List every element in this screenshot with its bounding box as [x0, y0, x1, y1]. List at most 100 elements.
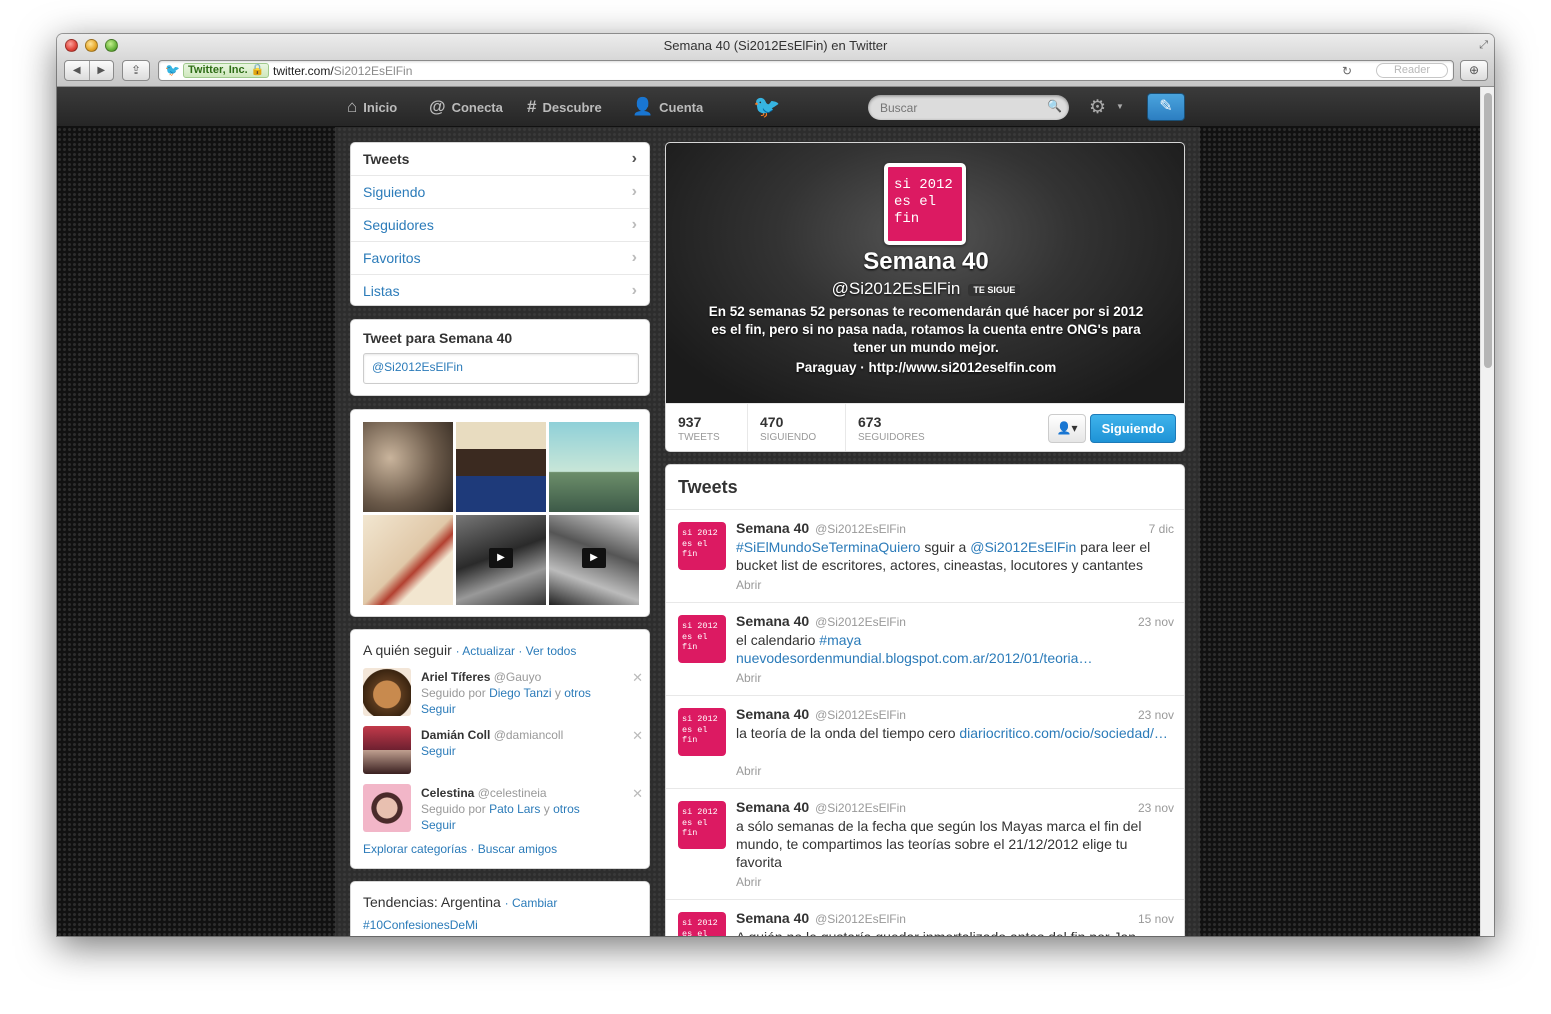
media-thumbnail[interactable]: ▶ — [456, 515, 546, 605]
tweet-timestamp[interactable]: 15 nov — [1138, 912, 1174, 926]
reload-icon[interactable]: ↻ — [1342, 64, 1352, 78]
gear-icon[interactable]: ⚙ — [1089, 96, 1106, 119]
tweet-avatar[interactable]: si 2012 es el fin — [678, 912, 726, 936]
media-thumbnail[interactable] — [363, 422, 453, 512]
search-icon[interactable]: 🔍 — [1047, 99, 1062, 113]
tweet-author-name[interactable]: Semana 40 — [736, 799, 809, 815]
tweet-timestamp[interactable]: 23 nov — [1138, 708, 1174, 722]
nav-connect[interactable]: @ Conecta — [429, 98, 503, 115]
nav-account[interactable]: 👤 Cuenta — [632, 98, 703, 115]
nav-discover[interactable]: # Descubre — [527, 98, 602, 115]
profile-nav-tweets[interactable]: Tweets › — [351, 143, 649, 176]
profile-nav-favorites[interactable]: Favoritos › — [351, 242, 649, 275]
profile-nav-followers[interactable]: Seguidores › — [351, 209, 649, 242]
context-others-link[interactable]: otros — [553, 802, 580, 816]
open-tweet-link[interactable]: Abrir — [736, 578, 761, 592]
tweet-link[interactable]: @Si2012EsElFin — [970, 539, 1076, 555]
tweet-author-name[interactable]: Semana 40 — [736, 520, 809, 536]
tweet-timestamp[interactable]: 7 dic — [1149, 522, 1174, 536]
tweet-link[interactable]: #SiElMundoSeTerminaQuiero — [736, 539, 920, 555]
tweet[interactable]: si 2012 es el fin Semana 40 @Si2012EsElFi… — [666, 695, 1184, 788]
ev-certificate-badge[interactable]: Twitter, Inc. 🔒 — [183, 63, 270, 78]
tweet-timestamp[interactable]: 23 nov — [1138, 801, 1174, 815]
find-friends-link[interactable]: Buscar amigos — [478, 842, 557, 856]
compose-icon: ✎ — [1159, 98, 1173, 115]
context-user-link[interactable]: Diego Tanzi — [489, 686, 551, 700]
media-thumbnail[interactable] — [363, 515, 453, 605]
fullscreen-icon[interactable]: ⤢ — [1479, 39, 1488, 52]
tweet-link[interactable]: nuevodesordenmundial.blogspot.com.ar/201… — [736, 650, 1092, 666]
follow-link[interactable]: Seguir — [421, 744, 456, 758]
page-scrollbar[interactable] — [1480, 87, 1494, 936]
forward-icon[interactable]: ▶ — [88, 61, 114, 80]
twitter-topbar: ⌂Inicio @Conecta #Descubre 👤Cuenta 🐦 🔍 ⚙… — [57, 87, 1480, 127]
search-input[interactable] — [868, 95, 1069, 120]
tweet[interactable]: si 2012 es el fin Semana 40 @Si2012EsElFi… — [666, 602, 1184, 695]
reader-button[interactable]: Reader — [1376, 63, 1448, 78]
tweet-link[interactable]: #maya — [819, 632, 861, 648]
profile-avatar[interactable]: si 2012 es el fin — [884, 163, 966, 245]
tweet-author-name[interactable]: Semana 40 — [736, 910, 809, 926]
media-thumbnail[interactable] — [549, 422, 639, 512]
tweet-to-input[interactable]: @Si2012EsElFin — [363, 353, 639, 384]
refresh-link[interactable]: Actualizar — [462, 644, 515, 658]
tweet-to-title: Tweet para Semana 40 — [363, 330, 513, 346]
user-name[interactable]: Ariel Tíferes — [421, 670, 490, 684]
twitter-bird-icon[interactable]: 🐦 — [753, 94, 780, 120]
suggested-user: Celestina @celestineia Seguido por Pato … — [363, 784, 643, 836]
media-thumbnail[interactable]: ▶ — [549, 515, 639, 605]
profile-handle: @Si2012EsElFin — [831, 279, 961, 298]
user-actions-dropdown[interactable]: 👤▾ — [1048, 414, 1086, 443]
tweet-avatar[interactable]: si 2012 es el fin — [678, 801, 726, 849]
following-button[interactable]: Siguiendo — [1090, 414, 1176, 443]
user-name[interactable]: Damián Coll — [421, 728, 490, 742]
back-icon[interactable]: ◀ — [65, 61, 89, 80]
view-all-link[interactable]: Ver todos — [526, 644, 577, 658]
address-bar[interactable]: 🐦 Twitter, Inc. 🔒 twitter.com/Si2012EsEl… — [158, 60, 1454, 81]
scrollbar-thumb[interactable] — [1484, 93, 1492, 368]
user-name[interactable]: Celestina — [421, 786, 474, 800]
tweet-author-name[interactable]: Semana 40 — [736, 613, 809, 629]
dismiss-icon[interactable]: ✕ — [632, 728, 643, 744]
nav-home[interactable]: ⌂ Inicio — [347, 97, 397, 116]
chevron-right-icon: › — [631, 150, 637, 167]
context-user-link[interactable]: Pato Lars — [489, 802, 540, 816]
avatar[interactable] — [363, 668, 411, 716]
profile-nav-lists[interactable]: Listas › — [351, 275, 649, 305]
open-tweet-link[interactable]: Abrir — [736, 671, 761, 685]
avatar[interactable] — [363, 726, 411, 774]
trend-item[interactable]: #10ConfesionesDeMi — [363, 918, 478, 932]
home-icon: ⌂ — [347, 97, 358, 116]
tweet-avatar[interactable]: si 2012 es el fin — [678, 615, 726, 663]
dismiss-icon[interactable]: ✕ — [632, 786, 643, 802]
open-tweet-link[interactable]: Abrir — [736, 875, 761, 889]
follow-link[interactable]: Seguir — [421, 702, 456, 716]
profile-card: si 2012 es el fin Semana 40 @Si2012EsElF… — [665, 142, 1185, 452]
stat-following[interactable]: 470 SIGUIENDO — [748, 404, 846, 451]
compose-tweet-button[interactable]: ✎ — [1147, 93, 1185, 121]
tweet[interactable]: si 2012 es el fin Semana 40 @Si2012EsElFi… — [666, 788, 1184, 899]
tweet-avatar[interactable]: si 2012 es el fin — [678, 522, 726, 570]
tweet-timestamp[interactable]: 23 nov — [1138, 615, 1174, 629]
stat-followers[interactable]: 673 SEGUIDORES — [846, 404, 946, 451]
url-text[interactable]: twitter.com/Si2012EsElFin — [273, 64, 412, 78]
change-trends-link[interactable]: Cambiar — [512, 896, 557, 910]
avatar[interactable] — [363, 784, 411, 832]
share-icon[interactable]: ⇪ — [122, 60, 150, 81]
downloads-icon[interactable]: ⊕ — [1460, 60, 1488, 81]
profile-nav-following[interactable]: Siguiendo › — [351, 176, 649, 209]
explore-categories-link[interactable]: Explorar categorías — [363, 842, 467, 856]
tweet-author-name[interactable]: Semana 40 — [736, 706, 809, 722]
tweet-link[interactable]: diariocritico.com/ocio/sociedad/… — [959, 725, 1168, 741]
tweet[interactable]: si 2012 es el fin Semana 40 @Si2012EsElFi… — [666, 509, 1184, 602]
context-others-link[interactable]: otros — [564, 686, 591, 700]
suggested-user: Damián Coll @damiancoll Seguir ✕ — [363, 726, 643, 778]
dismiss-icon[interactable]: ✕ — [632, 670, 643, 686]
profile-location-url[interactable]: Paraguay · http://www.si2012eselfin.com — [666, 360, 1184, 375]
stat-tweets[interactable]: 937 TWEETS — [666, 404, 748, 451]
media-thumbnail[interactable] — [456, 422, 546, 512]
tweet[interactable]: si 2012 es el fin Semana 40 @Si2012EsElFi… — [666, 899, 1184, 936]
tweet-avatar[interactable]: si 2012 es el fin — [678, 708, 726, 756]
open-tweet-link[interactable]: Abrir — [736, 764, 761, 778]
follow-link[interactable]: Seguir — [421, 818, 456, 832]
